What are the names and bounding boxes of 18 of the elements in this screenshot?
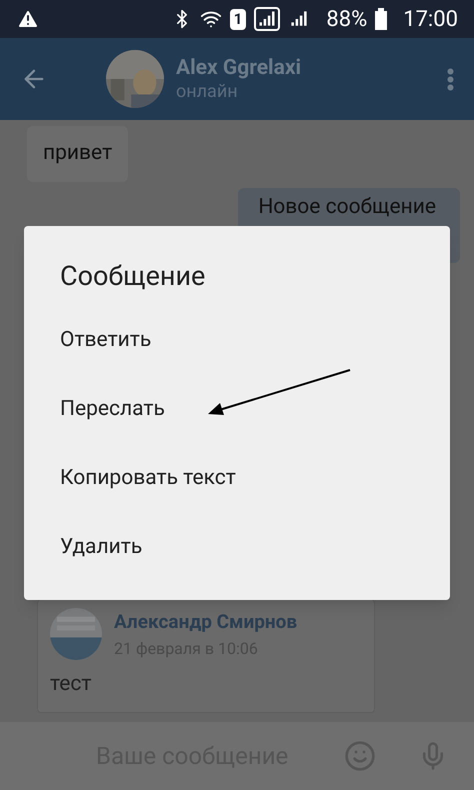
battery-icon bbox=[375, 8, 388, 30]
message-text: тест bbox=[50, 670, 93, 698]
dialog-title: Сообщение bbox=[60, 259, 206, 294]
emoji-icon[interactable] bbox=[344, 740, 376, 772]
signal-icon bbox=[254, 7, 280, 31]
message-bubble: привет bbox=[27, 126, 128, 182]
menu-item[interactable]: Копировать текст bbox=[60, 444, 414, 514]
author-name: Александр Смирнов bbox=[114, 609, 298, 635]
menu-item[interactable]: Удалить bbox=[60, 513, 414, 582]
battery-percent: 88% bbox=[326, 6, 368, 34]
menu-item[interactable]: Ответить bbox=[60, 306, 414, 376]
more-icon bbox=[447, 68, 454, 90]
contact-name: Alex Ggrelaxi bbox=[176, 54, 302, 81]
more-button[interactable] bbox=[447, 68, 454, 90]
menu-item[interactable]: Переслать bbox=[60, 375, 414, 444]
contact-status: онлайн bbox=[176, 80, 239, 104]
sim-badge: 1 bbox=[230, 8, 246, 30]
clock: 17:00 bbox=[403, 6, 458, 34]
